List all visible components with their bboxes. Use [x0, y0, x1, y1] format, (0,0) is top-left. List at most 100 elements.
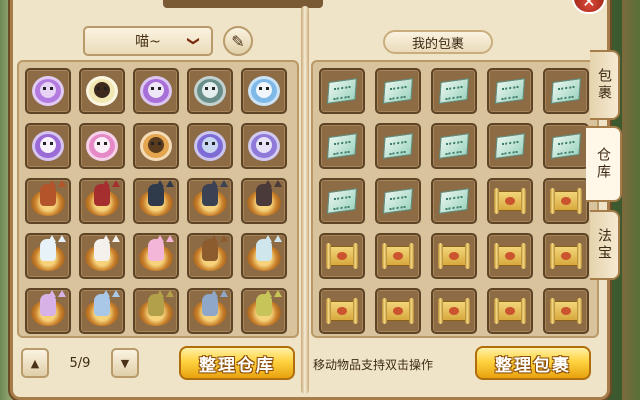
- warehouse-slot[interactable]: [25, 178, 71, 224]
- pet-bed-icon: [193, 74, 227, 108]
- pet-basket-icon: [31, 180, 66, 218]
- rename-pen-button[interactable]: ✎: [223, 26, 253, 56]
- bag-slot[interactable]: [375, 178, 421, 224]
- pet-basket-icon: [139, 180, 174, 218]
- warehouse-slot[interactable]: [133, 68, 179, 114]
- scroll-icon: [381, 239, 415, 273]
- warehouse-slot[interactable]: [25, 233, 71, 279]
- warehouse-slot[interactable]: [241, 123, 287, 169]
- warehouse-slot[interactable]: [241, 178, 287, 224]
- map-icon: [437, 184, 471, 218]
- map-icon: [437, 129, 471, 163]
- bag-slot[interactable]: [431, 233, 477, 279]
- bag-slot[interactable]: [319, 288, 365, 334]
- warehouse-slot[interactable]: [79, 233, 125, 279]
- bag-slot[interactable]: [487, 68, 533, 114]
- warehouse-slot[interactable]: [133, 178, 179, 224]
- warehouse-slot[interactable]: [79, 178, 125, 224]
- pet-basket-icon: [193, 180, 228, 218]
- warehouse-slot[interactable]: [187, 178, 233, 224]
- scroll-icon: [549, 239, 583, 273]
- map-icon: [493, 129, 527, 163]
- close-icon: ✕: [582, 0, 596, 11]
- bag-title: 我的包裹: [383, 30, 493, 54]
- pen-icon: ✎: [231, 31, 245, 51]
- pet-basket-icon: [247, 180, 282, 218]
- bag-slot[interactable]: [543, 288, 589, 334]
- warehouse-slot[interactable]: [79, 123, 125, 169]
- warehouse-slot[interactable]: [25, 123, 71, 169]
- pet-bed-icon: [85, 74, 119, 108]
- bag-slot[interactable]: [375, 233, 421, 279]
- map-icon: [381, 74, 415, 108]
- bag-grid: [319, 68, 589, 334]
- bag-slot[interactable]: [543, 233, 589, 279]
- map-icon: [437, 74, 471, 108]
- scroll-icon: [381, 294, 415, 328]
- scroll-icon: [493, 239, 527, 273]
- warehouse-slot[interactable]: [241, 68, 287, 114]
- tidy-warehouse-button[interactable]: 整理仓库: [179, 346, 295, 380]
- pet-basket-icon: [139, 235, 174, 273]
- pet-bed-icon: [85, 129, 119, 163]
- tab-warehouse[interactable]: 仓库: [586, 126, 622, 202]
- warehouse-slot[interactable]: [187, 288, 233, 334]
- warehouse-slot[interactable]: [133, 123, 179, 169]
- bag-slot[interactable]: [487, 233, 533, 279]
- bag-slot[interactable]: [375, 123, 421, 169]
- bag-slot[interactable]: [487, 288, 533, 334]
- scroll-icon: [437, 239, 471, 273]
- bag-slot[interactable]: [431, 68, 477, 114]
- tidy-bag-button[interactable]: 整理包裹: [475, 346, 591, 380]
- window-top-bar: [163, 0, 323, 8]
- bag-slot[interactable]: [319, 68, 365, 114]
- background-scenery-right: [622, 0, 640, 400]
- warehouse-slot[interactable]: [133, 233, 179, 279]
- warehouse-slot[interactable]: [25, 68, 71, 114]
- pet-bed-icon: [139, 129, 173, 163]
- bag-slot[interactable]: [543, 123, 589, 169]
- bag-slot[interactable]: [543, 68, 589, 114]
- warehouse-slot[interactable]: [187, 233, 233, 279]
- bag-slot[interactable]: [431, 178, 477, 224]
- pet-bed-icon: [139, 74, 173, 108]
- warehouse-slot[interactable]: [133, 288, 179, 334]
- bag-slot[interactable]: [319, 178, 365, 224]
- bag-slot[interactable]: [487, 123, 533, 169]
- warehouse-pane: [17, 60, 299, 338]
- warehouse-slot[interactable]: [241, 288, 287, 334]
- warehouse-slot[interactable]: [187, 68, 233, 114]
- scroll-icon: [549, 294, 583, 328]
- map-icon: [325, 74, 359, 108]
- warehouse-slot[interactable]: [187, 123, 233, 169]
- scroll-icon: [493, 184, 527, 218]
- map-icon: [325, 129, 359, 163]
- map-icon: [493, 74, 527, 108]
- tab-bag[interactable]: 包裹: [590, 50, 620, 120]
- bag-slot[interactable]: [319, 123, 365, 169]
- page-indicator: 5/9: [69, 355, 91, 371]
- bag-slot[interactable]: [319, 233, 365, 279]
- bag-slot[interactable]: [375, 68, 421, 114]
- pet-basket-icon: [85, 290, 120, 328]
- chevron-down-icon: ▼: [120, 356, 130, 370]
- category-dropdown[interactable]: 喵~ ❯: [83, 26, 213, 56]
- pet-bed-icon: [247, 74, 281, 108]
- pet-basket-icon: [247, 235, 282, 273]
- map-icon: [381, 129, 415, 163]
- bag-slot[interactable]: [431, 123, 477, 169]
- page-prev-button[interactable]: ▲: [21, 348, 49, 378]
- bag-slot[interactable]: [543, 178, 589, 224]
- bag-slot[interactable]: [431, 288, 477, 334]
- warehouse-slot[interactable]: [79, 288, 125, 334]
- warehouse-slot[interactable]: [25, 288, 71, 334]
- map-icon: [549, 129, 583, 163]
- pet-basket-icon: [247, 290, 282, 328]
- bag-slot[interactable]: [487, 178, 533, 224]
- warehouse-slot[interactable]: [241, 233, 287, 279]
- pet-basket-icon: [193, 290, 228, 328]
- bag-slot[interactable]: [375, 288, 421, 334]
- warehouse-slot[interactable]: [79, 68, 125, 114]
- page-next-button[interactable]: ▼: [111, 348, 139, 378]
- tab-magic-treasure[interactable]: 法宝: [590, 210, 620, 280]
